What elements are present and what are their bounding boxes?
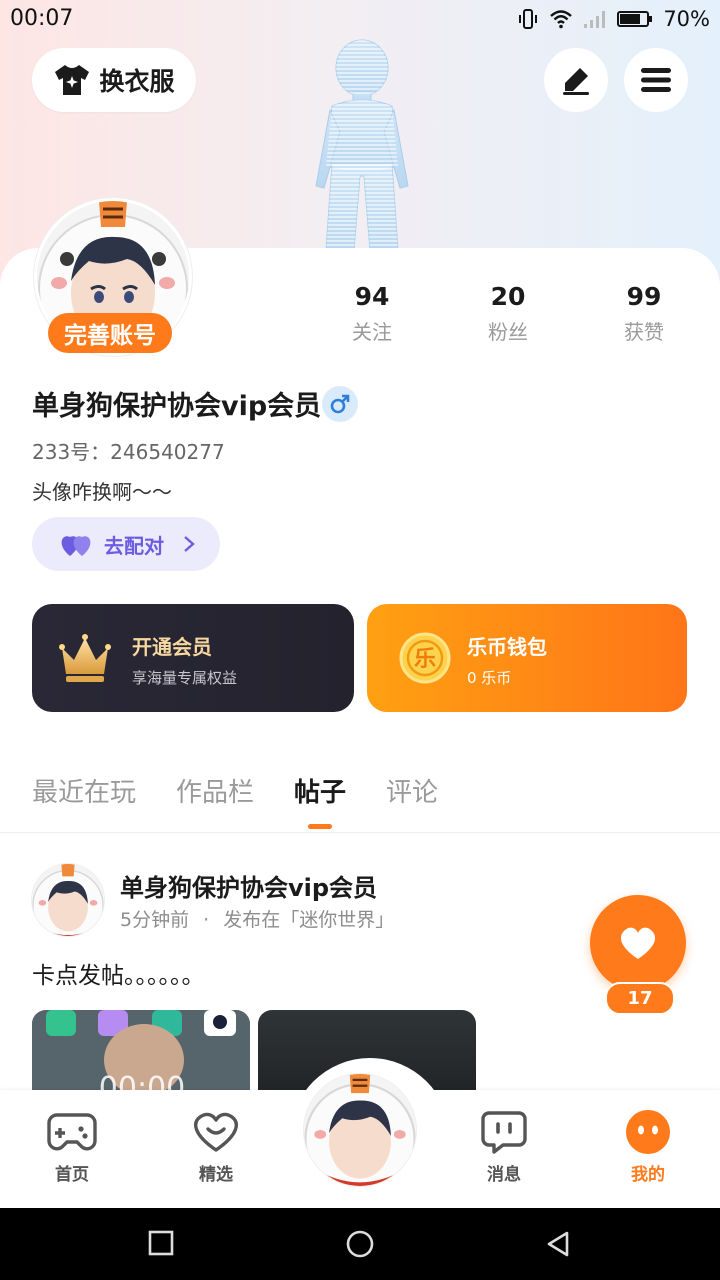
post-image-1[interactable]: 00:00	[32, 1010, 250, 1100]
post-image-1-content: 00:00	[32, 1010, 250, 1100]
edit-profile-button[interactable]	[544, 48, 608, 112]
like-count: 17	[605, 982, 675, 1015]
go-match-label: 去配对	[104, 533, 164, 558]
battery-icon	[617, 11, 653, 27]
complete-account-badge[interactable]: 完善账号	[48, 313, 172, 353]
chat-bubble-icon	[481, 1111, 527, 1154]
nav-featured[interactable]: 精选	[166, 1108, 266, 1185]
go-match-button[interactable]: 去配对	[32, 517, 220, 571]
wifi-icon	[550, 10, 573, 29]
heart-icon	[620, 927, 656, 959]
signal-icon	[584, 11, 606, 28]
coin-wallet-card[interactable]: 乐 乐币钱包 0 乐币	[367, 604, 687, 712]
stat-following-label: 关注	[352, 320, 392, 344]
system-navigation-bar	[0, 1208, 720, 1280]
status-bar: 00:07 70%	[0, 0, 720, 38]
username: 单身狗保护协会vip会员	[32, 391, 322, 422]
post-meta: 5分钟前 · 发布在「迷你世界」	[120, 905, 394, 932]
tab-posts[interactable]: 帖子	[294, 772, 346, 809]
nav-home-label: 首页	[55, 1165, 89, 1185]
heart-smile-icon	[194, 1112, 238, 1152]
vibrate-icon	[519, 9, 538, 29]
heart-pair-icon	[61, 536, 91, 556]
stat-fans-label: 粉丝	[488, 320, 528, 344]
coin-glyph: 乐	[414, 647, 436, 672]
back-icon[interactable]	[545, 1230, 571, 1258]
vip-title: 开通会员	[132, 635, 212, 659]
hamburger-icon	[641, 68, 671, 92]
status-indicators: 70%	[517, 6, 710, 32]
active-tab-indicator	[308, 824, 332, 829]
user-id: 233号：246540277	[32, 440, 225, 464]
nav-messages-label: 消息	[487, 1165, 521, 1185]
battery-percent: 70%	[663, 7, 710, 31]
stat-likes-label: 获赞	[624, 320, 664, 344]
nav-home[interactable]: 首页	[22, 1108, 122, 1185]
nav-messages[interactable]: 消息	[454, 1108, 554, 1185]
face-icon	[626, 1110, 670, 1154]
avatar-3d-figure[interactable]	[296, 36, 426, 250]
tab-works[interactable]: 作品栏	[176, 772, 254, 809]
post-text[interactable]: 卡点发帖。。。。。。	[32, 956, 205, 990]
tab-recent-played[interactable]: 最近在玩	[32, 772, 136, 809]
wallet-balance: 0 乐币	[467, 669, 512, 687]
home-icon[interactable]	[345, 1229, 375, 1259]
recents-icon[interactable]	[148, 1230, 174, 1256]
avatar-image	[32, 864, 104, 936]
chevron-right-icon	[184, 536, 195, 552]
tab-comments[interactable]: 评论	[386, 772, 438, 809]
gamepad-icon	[47, 1113, 97, 1151]
user-bio: 头像咋换啊～～	[32, 480, 172, 504]
post-author-avatar[interactable]	[32, 864, 104, 936]
avatar-image	[304, 1074, 416, 1186]
stat-fans-count: 20	[490, 282, 526, 311]
status-time: 00:07	[10, 6, 74, 31]
nav-featured-label: 精选	[199, 1165, 233, 1185]
change-outfit-label: 换衣服	[99, 67, 175, 96]
post-time: 5分钟前	[120, 909, 190, 931]
post-author-name[interactable]: 单身狗保护协会vip会员	[120, 868, 377, 903]
stat-likes[interactable]: 99 获赞	[584, 282, 704, 345]
menu-button[interactable]	[624, 48, 688, 112]
coin-icon: 乐	[399, 632, 451, 684]
wallet-title: 乐币钱包	[467, 635, 547, 659]
crown-icon	[59, 634, 111, 682]
tshirt-icon	[55, 65, 90, 95]
change-outfit-button[interactable]: 换衣服	[32, 48, 196, 112]
pen-icon	[563, 68, 589, 95]
like-button[interactable]	[590, 895, 686, 991]
post-location[interactable]: 发布在「迷你世界」	[223, 909, 394, 931]
profile-tabs: 最近在玩 作品栏 帖子 评论	[0, 766, 720, 833]
stat-fans[interactable]: 20 粉丝	[448, 282, 568, 345]
center-avatar-button[interactable]	[304, 1074, 416, 1186]
post-meta-separator: ·	[203, 909, 210, 931]
stat-likes-count: 99	[626, 282, 662, 311]
male-icon	[330, 394, 350, 414]
stat-following-count: 94	[354, 282, 390, 311]
open-vip-card[interactable]: 开通会员 享海量专属权益	[32, 604, 354, 712]
vip-subtitle: 享海量专属权益	[132, 669, 238, 687]
nav-me[interactable]: 我的	[598, 1108, 698, 1185]
nav-me-label: 我的	[631, 1165, 665, 1185]
gender-badge	[322, 386, 358, 422]
stat-following[interactable]: 94 关注	[312, 282, 432, 345]
